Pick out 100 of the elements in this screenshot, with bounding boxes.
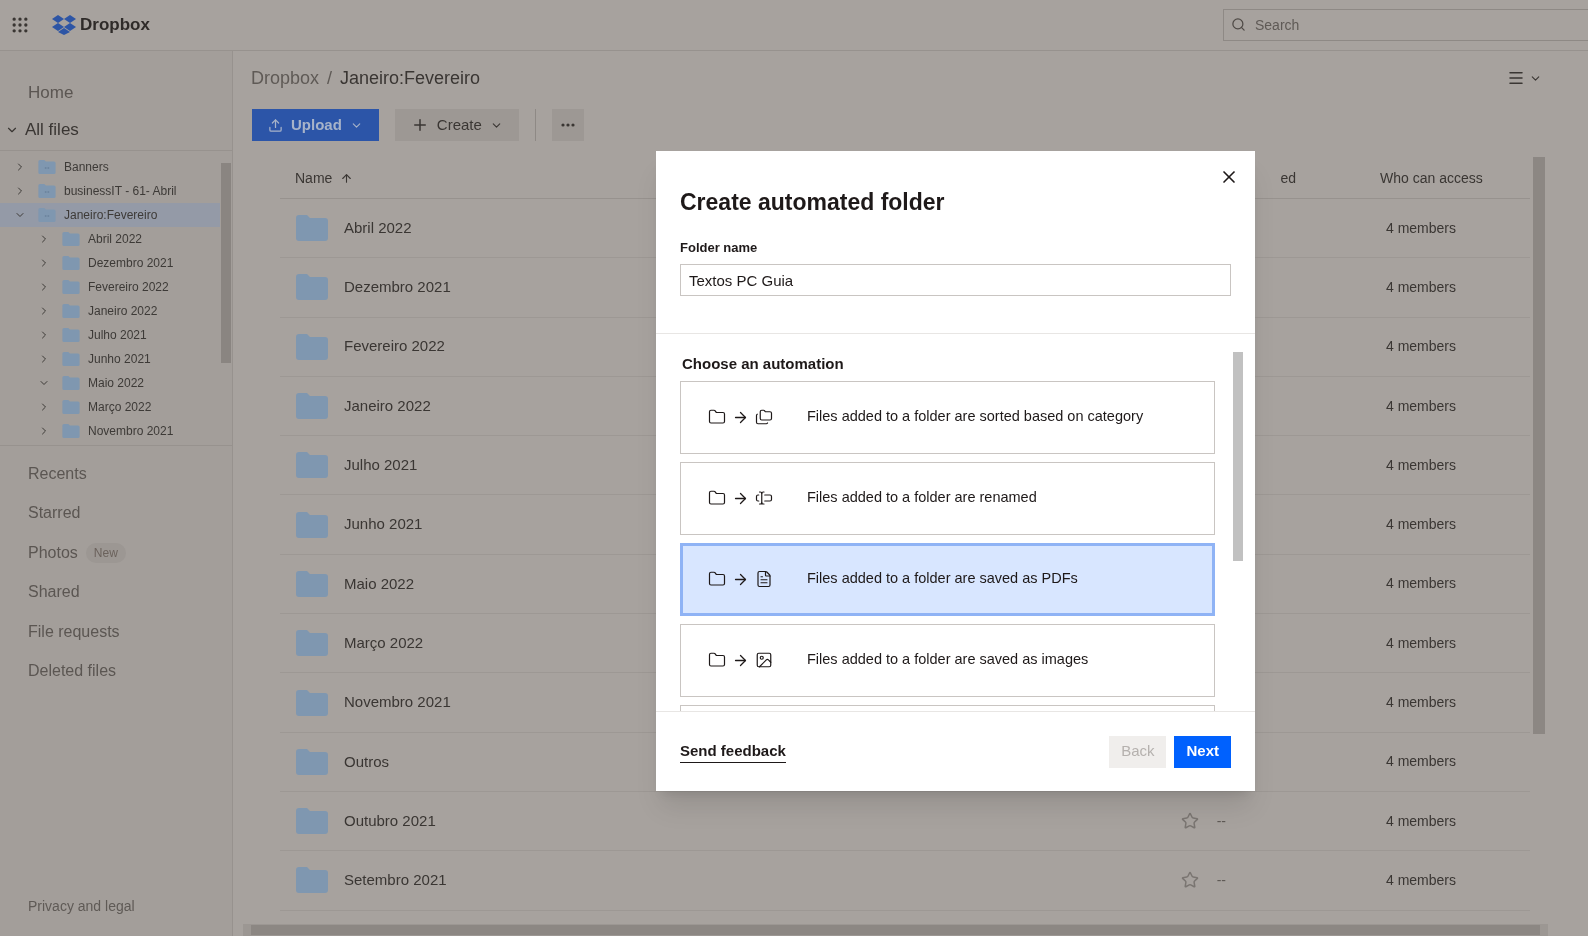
file-name[interactable]: Outubro 2021 — [344, 809, 436, 833]
folder-icon — [296, 215, 328, 242]
file-name[interactable]: Fevereiro 2022 — [344, 335, 445, 358]
file-name[interactable]: Março 2022 — [344, 631, 424, 655]
column-header[interactable]: Name — [280, 168, 354, 189]
shared-folder-icon — [38, 208, 56, 222]
access-cell-text: 4 members — [1385, 633, 1458, 653]
modified-cell-text: -- — [1216, 870, 1226, 890]
list-view-icon[interactable] — [1507, 69, 1525, 87]
access-cell-text: 4 members — [1385, 811, 1458, 831]
tree-label: Janeiro:Fevereiro — [64, 207, 158, 224]
file-name[interactable]: Julho 2021 — [344, 454, 418, 477]
automation-option[interactable]: Files added to a folder are saved as PDFs — [680, 542, 1215, 616]
nav-item[interactable]: File requests — [28, 619, 120, 644]
create-button[interactable]: Create — [394, 109, 519, 141]
tree-label: Banners — [64, 159, 109, 176]
image-icon — [755, 651, 773, 669]
nav-item[interactable]: Shared — [28, 580, 80, 605]
file-name[interactable]: Outros — [344, 750, 389, 774]
nav-item[interactable]: All files — [0, 111, 232, 148]
breadcrumb-separator: / — [327, 66, 333, 90]
tree-item[interactable]: Dezembro 2021 — [0, 251, 220, 275]
breadcrumb-current: Janeiro:Fevereiro — [340, 66, 481, 90]
nav-item[interactable]: Deleted files — [28, 659, 117, 684]
file-name[interactable]: Junho 2021 — [344, 513, 423, 536]
file-name[interactable]: Dezembro 2021 — [344, 276, 451, 299]
folder-icon — [62, 400, 80, 414]
dialog-title: Create automated folder — [680, 188, 946, 217]
file-name[interactable]: Maio 2022 — [344, 572, 415, 596]
sort-arrow-icon — [340, 172, 354, 185]
breadcrumb-link[interactable]: Dropbox — [251, 64, 320, 92]
folder-icon — [708, 489, 726, 507]
search-field[interactable]: Search — [1223, 9, 1588, 41]
tree-label: Julho 2021 — [88, 327, 147, 344]
folder-icon — [296, 274, 328, 301]
file-name[interactable]: Setembro 2021 — [344, 869, 447, 892]
tree-item[interactable]: Janeiro 2022 — [0, 299, 220, 323]
access-cell-text: 4 members — [1385, 752, 1458, 772]
access-cell-text: 4 members — [1385, 277, 1458, 297]
next-button[interactable]: Next — [1174, 735, 1231, 768]
column-header[interactable]: ed — [1280, 168, 1296, 189]
tree-item[interactable]: Junho 2021 — [0, 347, 220, 371]
more-button[interactable] — [551, 109, 584, 141]
tree-item[interactable]: Fevereiro 2022 — [0, 275, 220, 299]
tree-item[interactable]: businessIT - 61- Abril — [0, 179, 220, 203]
access-cell-text: 4 members — [1385, 870, 1458, 890]
upload-icon — [268, 117, 283, 133]
tree-item[interactable]: Julho 2021 — [0, 323, 220, 347]
file-name[interactable]: Novembro 2021 — [344, 691, 451, 714]
automation-option[interactable]: Files added to a folder are sorted based on category — [680, 380, 1215, 454]
tree-label: Março 2022 — [88, 399, 152, 416]
folder-icon — [296, 333, 328, 360]
horizontal-scrollbar[interactable] — [243, 924, 1548, 936]
section-title: Choose an automation — [681, 354, 845, 374]
nav-item[interactable]: Home — [0, 74, 232, 111]
tree-item[interactable]: Janeiro:Fevereiro — [0, 203, 220, 227]
access-cell-text: 4 members — [1385, 455, 1458, 475]
access-cell-text: 4 members — [1385, 515, 1458, 535]
nav-item[interactable]: Recents — [28, 461, 87, 486]
folder-icon — [296, 393, 328, 420]
star-icon[interactable] — [1180, 812, 1199, 831]
column-header[interactable]: Who can access — [1380, 168, 1530, 189]
search-icon — [1231, 17, 1246, 32]
shared-folder-icon — [38, 160, 56, 174]
tree-item[interactable]: Novembro 2021 — [0, 419, 220, 443]
tree-label: Abril 2022 — [88, 231, 143, 248]
dropbox-logo-icon — [52, 15, 76, 35]
shared-folder-icon — [38, 184, 56, 198]
folder-icon — [296, 867, 328, 894]
folder-icon — [296, 689, 328, 716]
modified-cell-text: -- — [1216, 811, 1226, 831]
folder-icon — [296, 570, 328, 597]
send-feedback-link[interactable]: Send feedback — [680, 739, 786, 764]
app-grid-icon[interactable] — [10, 15, 30, 35]
tree-item[interactable]: Março 2022 — [0, 395, 220, 419]
folder-icon — [708, 651, 726, 669]
logo-text: Dropbox — [80, 14, 150, 37]
file-name[interactable]: Janeiro 2022 — [344, 394, 431, 418]
folder-icon — [62, 352, 80, 366]
nav-item[interactable]: Photos — [28, 540, 78, 565]
automation-option[interactable]: Files added to a folder are renamed — [680, 461, 1215, 535]
nav-item[interactable]: Starred — [28, 501, 81, 526]
tree-label: Fevereiro 2022 — [88, 279, 169, 296]
folder-icon — [62, 328, 80, 342]
folder-icon — [708, 570, 726, 588]
privacy-link[interactable]: Privacy and legal — [28, 898, 135, 914]
upload-button[interactable]: Upload — [252, 109, 379, 141]
automation-option[interactable]: Files added to a folder are saved as images — [680, 623, 1215, 697]
folder-name-field[interactable]: Textos PC Guia — [680, 264, 1231, 296]
star-icon[interactable] — [1180, 871, 1199, 890]
folder-icon — [62, 280, 80, 294]
tree-item[interactable]: Banners — [0, 155, 220, 179]
folder-icon — [708, 408, 726, 426]
folder-icon — [62, 424, 80, 438]
tree-item[interactable]: Maio 2022 — [0, 371, 220, 395]
file-name[interactable]: Abril 2022 — [344, 216, 412, 240]
tree-item[interactable]: Abril 2022 — [0, 227, 220, 251]
folder-icon — [62, 232, 80, 246]
folders-icon — [755, 408, 773, 426]
field-label: Folder name — [680, 238, 759, 257]
